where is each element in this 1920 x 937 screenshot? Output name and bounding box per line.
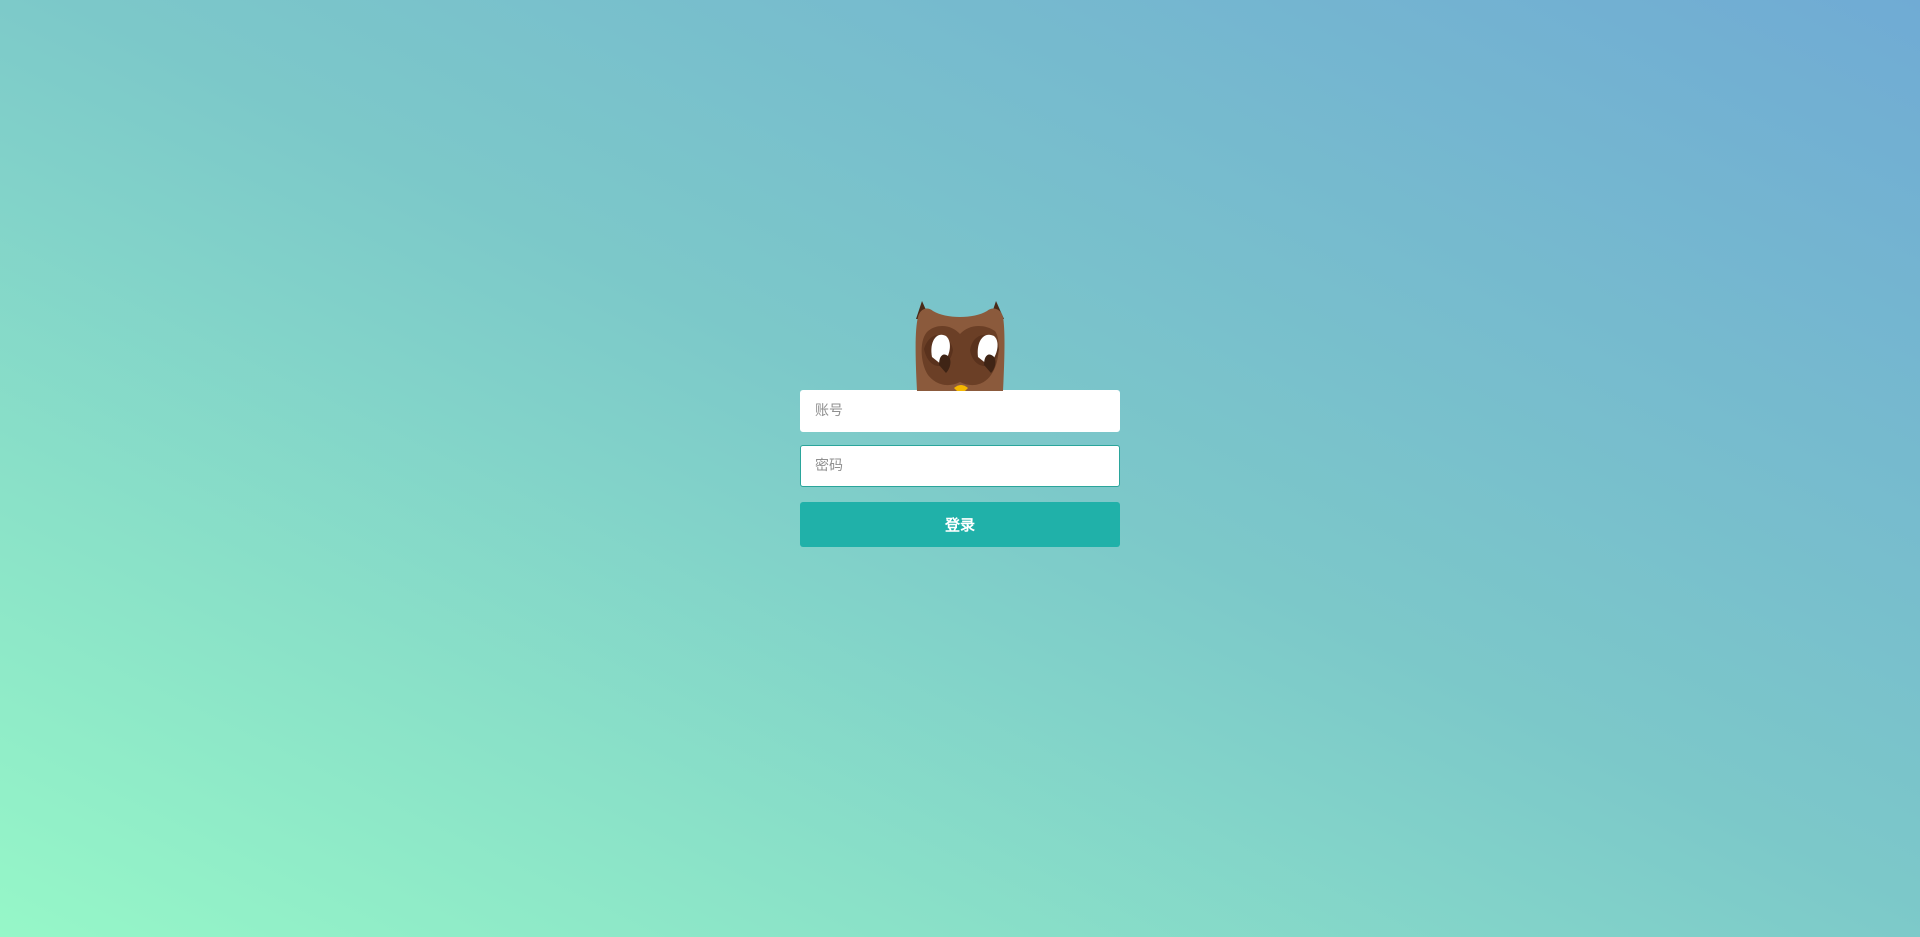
login-button[interactable]: 登录 xyxy=(800,502,1120,547)
owl-mascot-icon xyxy=(900,289,1020,391)
account-input[interactable] xyxy=(801,391,1119,431)
login-box: 登录 xyxy=(800,301,1120,547)
account-field[interactable] xyxy=(800,390,1120,432)
password-input[interactable] xyxy=(801,446,1119,486)
password-field[interactable] xyxy=(800,445,1120,487)
